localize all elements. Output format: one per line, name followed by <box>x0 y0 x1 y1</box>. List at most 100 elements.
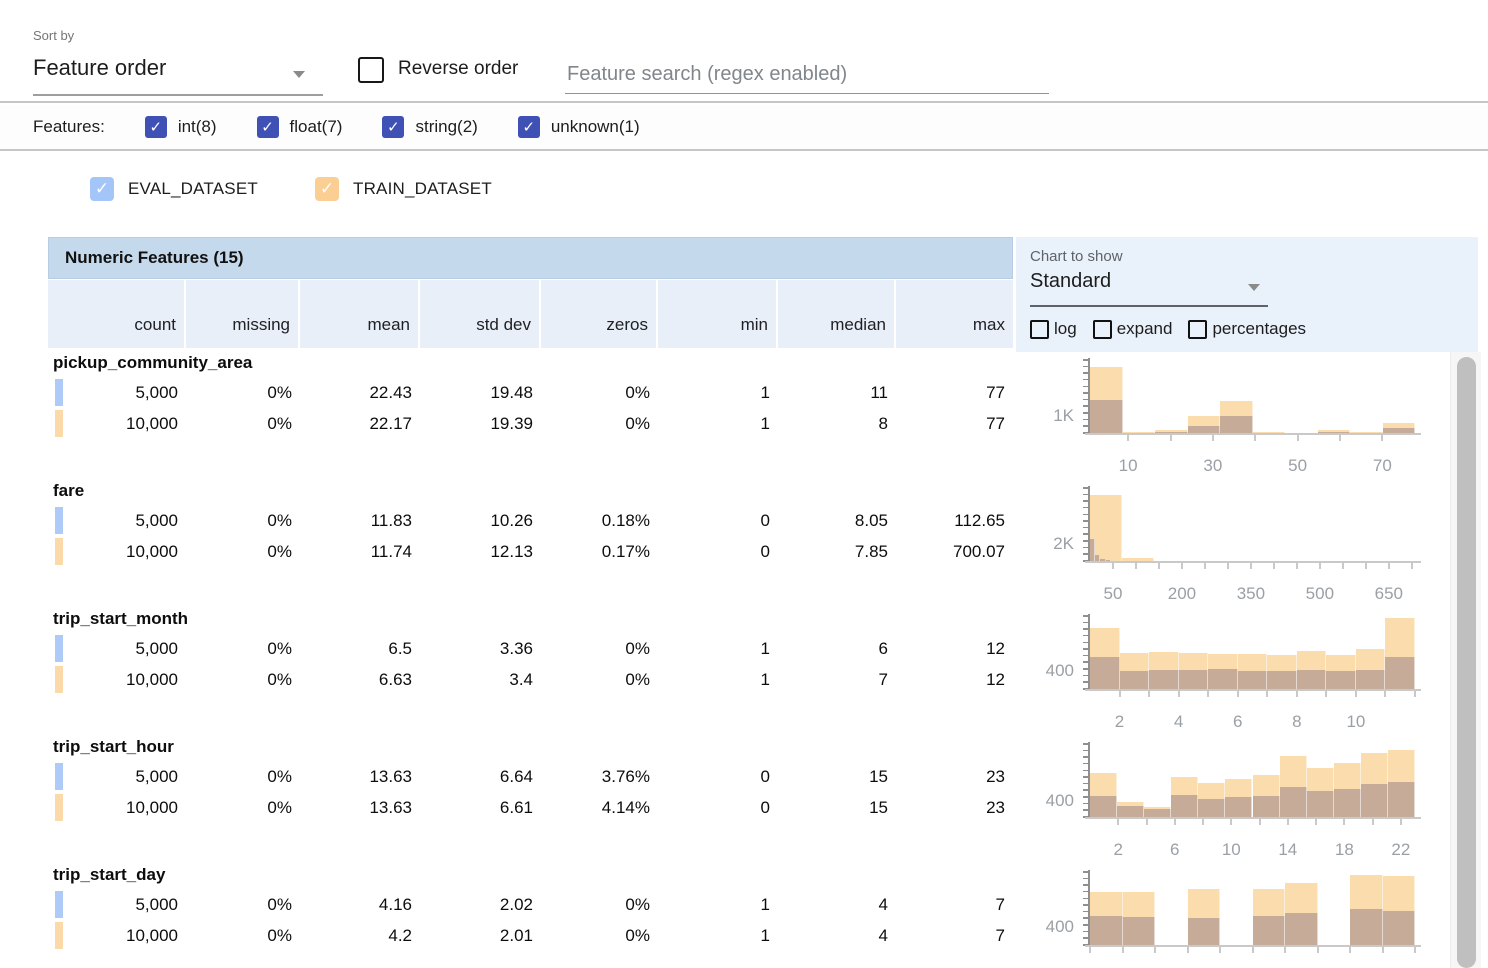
y-axis-tick <box>1083 527 1088 529</box>
eval-bar <box>1307 791 1334 817</box>
stat-min: 1 <box>658 639 778 659</box>
eval-bar <box>1208 669 1238 689</box>
vertical-scrollbar-thumb[interactable] <box>1457 357 1476 968</box>
x-axis-tick-label: 14 <box>1260 840 1316 860</box>
x-axis-tick-label: 200 <box>1154 584 1210 604</box>
y-axis-tick <box>1083 871 1088 873</box>
stat-mean: 22.17 <box>300 414 420 434</box>
stat-std-dev: 19.39 <box>420 414 541 434</box>
facets-overview-page: Sort by Feature order Reverse order Feat… <box>0 0 1488 968</box>
eval_dataset-color-chip <box>55 379 63 406</box>
stat-mean: 11.74 <box>300 542 420 562</box>
eval-bar <box>1350 909 1383 945</box>
feature-type-filter-unknown1[interactable]: ✓unknown(1) <box>518 116 640 138</box>
x-axis-tick <box>1343 819 1345 825</box>
eval-stats-row: 5,0000%4.162.020%147 <box>48 889 1013 920</box>
y-axis-tick <box>1083 783 1088 785</box>
stat-min: 0 <box>658 511 778 531</box>
stat-median: 15 <box>778 798 896 818</box>
chart-option-expand[interactable]: expand <box>1093 319 1173 339</box>
sort-order-select[interactable]: Feature order <box>33 55 323 93</box>
x-axis-line <box>1085 433 1421 435</box>
y-axis-tick <box>1083 379 1088 381</box>
column-header-std-dev: std dev <box>420 280 541 348</box>
x-axis-tick-label: 70 <box>1354 456 1410 476</box>
stat-count: 5,000 <box>48 767 186 787</box>
x-axis-tick <box>1388 563 1390 569</box>
chart-type-value: Standard <box>1030 270 1111 292</box>
x-axis-tick <box>1372 819 1374 825</box>
x-axis-tick <box>1319 563 1321 569</box>
eval-bar <box>1385 657 1415 689</box>
histogram-trip_start_day: 400 <box>1016 864 1450 968</box>
stat-median: 4 <box>778 926 896 946</box>
stat-median: 4 <box>778 895 896 915</box>
stat-max: 112.65 <box>896 511 1013 531</box>
stat-missing: 0% <box>186 895 300 915</box>
y-axis-tick <box>1083 635 1088 637</box>
stat-zeros: 0.18% <box>541 511 658 531</box>
feature-search-input[interactable] <box>565 55 1049 94</box>
feature-group-trip_start_day: trip_start_day5,0000%4.162.020%14710,000… <box>48 862 1013 968</box>
y-axis-tick <box>1083 494 1088 496</box>
x-axis-tick <box>1325 691 1327 697</box>
train-stats-row: 10,0000%4.22.010%147 <box>48 920 1013 951</box>
x-axis-tick <box>1219 947 1221 953</box>
y-axis-tick <box>1083 931 1088 933</box>
stat-mean: 6.5 <box>300 639 420 659</box>
x-axis-line <box>1085 817 1421 819</box>
checkbox-icon: ✓ <box>145 116 167 138</box>
dataset-toggle-eval_dataset[interactable]: ✓EVAL_DATASET <box>90 177 258 201</box>
y-axis-tick <box>1083 911 1088 913</box>
eval-bar <box>1117 806 1144 817</box>
stat-count: 10,000 <box>48 414 186 434</box>
stats-header-row: countmissingmeanstd devzerosminmedianmax <box>48 280 1013 348</box>
reverse-order-label: Reverse order <box>398 58 518 80</box>
x-axis-tick <box>1122 947 1124 953</box>
stat-zeros: 0% <box>541 414 658 434</box>
eval-bar <box>1361 784 1388 817</box>
x-axis-tick <box>1414 691 1416 697</box>
chart-option-label: percentages <box>1212 319 1306 339</box>
feature-type-filter-int8[interactable]: ✓int(8) <box>145 116 217 138</box>
y-axis-tick <box>1083 507 1088 509</box>
x-axis-tick <box>1317 947 1319 953</box>
stat-mean: 6.63 <box>300 670 420 690</box>
stat-zeros: 0.17% <box>541 542 658 562</box>
x-axis-tick-label: 10 <box>1328 712 1384 732</box>
stat-std-dev: 10.26 <box>420 511 541 531</box>
x-axis-tick <box>1315 819 1317 825</box>
y-axis-label: 400 <box>1016 661 1074 681</box>
y-axis-tick <box>1083 904 1088 906</box>
eval-bar <box>1188 918 1221 945</box>
feature-type-filter-string2[interactable]: ✓string(2) <box>382 116 477 138</box>
eval-bar <box>1238 671 1268 689</box>
y-axis-tick <box>1083 776 1088 778</box>
chart-option-percentages[interactable]: percentages <box>1188 319 1306 339</box>
eval-bar <box>1188 426 1221 433</box>
stat-std-dev: 6.64 <box>420 767 541 787</box>
y-axis-tick <box>1083 540 1088 542</box>
stat-median: 6 <box>778 639 896 659</box>
x-axis-tick <box>1411 563 1413 569</box>
feature-group-trip_start_month: trip_start_month5,0000%6.53.360%161210,0… <box>48 606 1013 734</box>
feature-type-filter-float7[interactable]: ✓float(7) <box>257 116 343 138</box>
x-axis-tick <box>1297 435 1299 441</box>
x-axis-tick <box>1170 435 1172 441</box>
chart-option-log[interactable]: log <box>1030 319 1077 339</box>
feature-name: trip_start_month <box>48 606 1013 633</box>
x-axis-tick <box>1254 435 1256 441</box>
plot-area <box>1090 744 1415 817</box>
dataset-toggle-train_dataset[interactable]: ✓TRAIN_DATASET <box>315 177 492 201</box>
chart-type-select[interactable]: Standard <box>1030 270 1268 304</box>
x-axis-tick <box>1252 947 1254 953</box>
sort-select-underline <box>33 94 323 96</box>
stat-zeros: 0% <box>541 895 658 915</box>
check-icon: ✓ <box>387 120 400 135</box>
stat-missing: 0% <box>186 767 300 787</box>
x-axis-tick-label: 8 <box>1269 712 1325 732</box>
eval-bar <box>1090 657 1120 689</box>
y-axis-tick <box>1083 372 1088 374</box>
x-axis-tick-label: 4 <box>1151 712 1207 732</box>
reverse-order-checkbox[interactable] <box>358 57 384 83</box>
